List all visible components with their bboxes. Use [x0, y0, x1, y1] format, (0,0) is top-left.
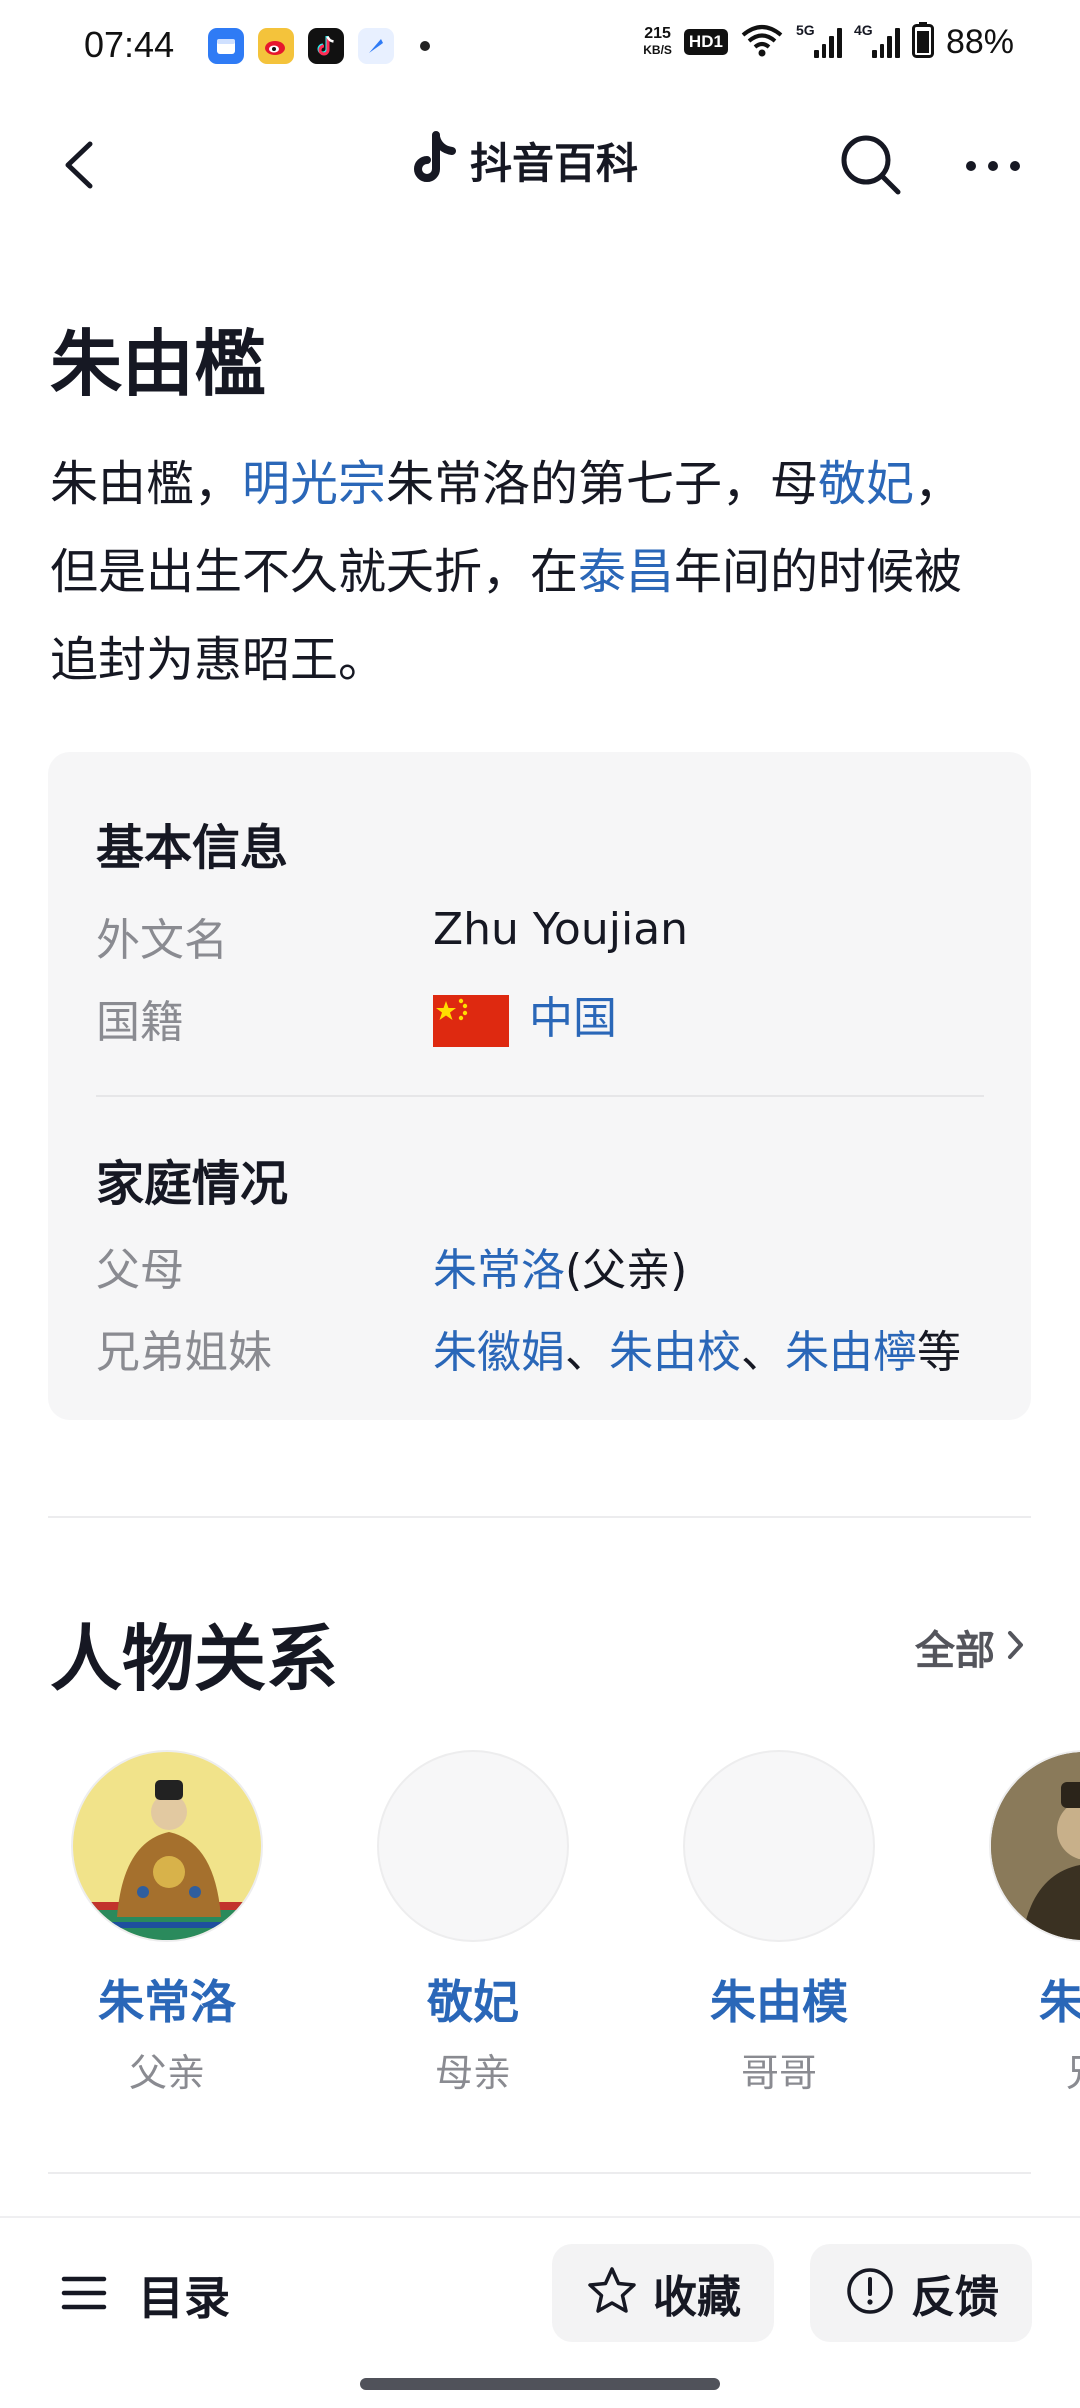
family-heading: 家庭情况 [96, 1156, 289, 1212]
info-box: 基本信息 外文名 Zhu Youjian 国籍 中国 家庭情况 父母 朱常洛(父… [48, 752, 1031, 1420]
weibo-app-icon [258, 28, 294, 64]
relation-name: 朱由模 [710, 1975, 848, 2029]
page-title: 朱由檻 [50, 322, 267, 406]
avatar-placeholder [683, 1750, 875, 1942]
douyin-logo-icon [410, 130, 460, 191]
battery-icon [911, 22, 934, 62]
nationality-value: 中国 [433, 982, 617, 1047]
favorite-button[interactable]: 收藏 [552, 2244, 774, 2342]
link-ming-guangzong[interactable]: 明光宗 [242, 456, 386, 512]
relation-role: 哥哥 [740, 2051, 817, 2095]
avatar [71, 1750, 263, 1942]
section-divider [48, 2172, 1031, 2174]
calendar-app-icon [208, 28, 244, 64]
bottom-action-bar: 目录 收藏 反馈 [0, 2216, 1080, 2408]
network-speed: 215 KB/S [643, 25, 672, 57]
feather-app-icon [358, 28, 394, 64]
link-jingfei[interactable]: 敬妃 [818, 456, 914, 512]
feedback-button[interactable]: 反馈 [810, 2244, 1032, 2342]
link-china[interactable]: 中国 [529, 993, 617, 1044]
avatar [989, 1750, 1080, 1942]
avatar-placeholder [377, 1750, 569, 1942]
notification-icons [208, 28, 430, 64]
relation-card[interactable]: 朱由模 哥哥 [646, 1750, 906, 2095]
home-indicator[interactable] [360, 2378, 720, 2390]
relation-name: 朱常洛 [98, 1975, 236, 2029]
nationality-label: 国籍 [96, 997, 184, 1048]
china-flag-icon [433, 995, 509, 1047]
relation-role: 父亲 [128, 2051, 205, 2095]
hd-voice-badge: HD1 [683, 29, 728, 55]
parents-value: 朱常洛(父亲) [433, 1245, 688, 1296]
relation-role: 母亲 [434, 2051, 511, 2095]
app-page: 07:44 215 KB/S HD1 5G 4G 88% 抖音百科 朱由檻 朱由… [0, 0, 1080, 2408]
relations-view-all-button[interactable]: 全部 [915, 1618, 1027, 1676]
parents-label: 父母 [96, 1245, 184, 1296]
relation-card[interactable]: 朱常洛 父亲 [34, 1750, 294, 2095]
star-icon [585, 2264, 639, 2322]
brand-logo: 抖音百科 [410, 130, 638, 191]
relation-name: 敬妃 [427, 1975, 519, 2029]
signal-5g-icon: 5G [796, 22, 842, 58]
basic-info-heading: 基本信息 [96, 820, 289, 876]
back-button[interactable] [50, 130, 120, 200]
relation-role: 兄 [952, 2042, 1080, 2097]
section-divider [48, 1516, 1031, 1518]
status-bar: 07:44 215 KB/S HD1 5G 4G 88% [0, 0, 1080, 100]
more-options-button[interactable] [955, 126, 1031, 202]
douyin-app-icon [308, 28, 344, 64]
battery-percentage: 88% [945, 22, 1014, 61]
table-of-contents-button[interactable]: 目录 [56, 2262, 230, 2328]
relations-section-title: 人物关系 [50, 1617, 339, 1701]
link-sibling-2[interactable]: 朱由校 [609, 1327, 741, 1378]
article-summary: 朱由檻，明光宗朱常洛的第七子，母敬妃，但是出生不久就夭折，在泰昌年间的时候被追封… [50, 456, 963, 688]
link-sibling-3[interactable]: 朱由檸 [785, 1327, 917, 1378]
system-indicators: 215 KB/S HD1 5G 4G 88% [643, 22, 1014, 62]
relation-name: 朱由 [1039, 1975, 1080, 2029]
top-navigation-bar: 抖音百科 [0, 100, 1080, 230]
wifi-icon [740, 23, 784, 61]
search-button[interactable] [832, 126, 908, 202]
siblings-label: 兄弟姐妹 [96, 1327, 272, 1378]
alert-circle-icon [843, 2264, 897, 2322]
menu-icon [56, 2265, 112, 2325]
foreign-name-value: Zhu Youjian [433, 904, 689, 955]
status-time: 07:44 [84, 24, 175, 65]
link-sibling-1[interactable]: 朱徽娟 [433, 1327, 565, 1378]
link-father[interactable]: 朱常洛 [433, 1245, 565, 1296]
link-taichang[interactable]: 泰昌 [578, 544, 674, 600]
relations-carousel[interactable]: 朱常洛 父亲 敬妃 母亲 朱由模 哥哥 朱由 兄 [0, 1750, 1080, 2095]
more-notifications-dot [420, 41, 430, 51]
brand-name: 抖音百科 [470, 139, 639, 188]
chevron-right-icon [1005, 1627, 1027, 1667]
infobox-divider [96, 1095, 984, 1097]
relation-card[interactable]: 敬妃 母亲 [340, 1750, 600, 2095]
relation-card[interactable]: 朱由 兄 [952, 1750, 1080, 2095]
foreign-name-label: 外文名 [96, 915, 228, 966]
siblings-value: 朱徽娟、朱由校、朱由檸等 [433, 1327, 961, 1378]
signal-4g-icon: 4G [854, 22, 900, 58]
